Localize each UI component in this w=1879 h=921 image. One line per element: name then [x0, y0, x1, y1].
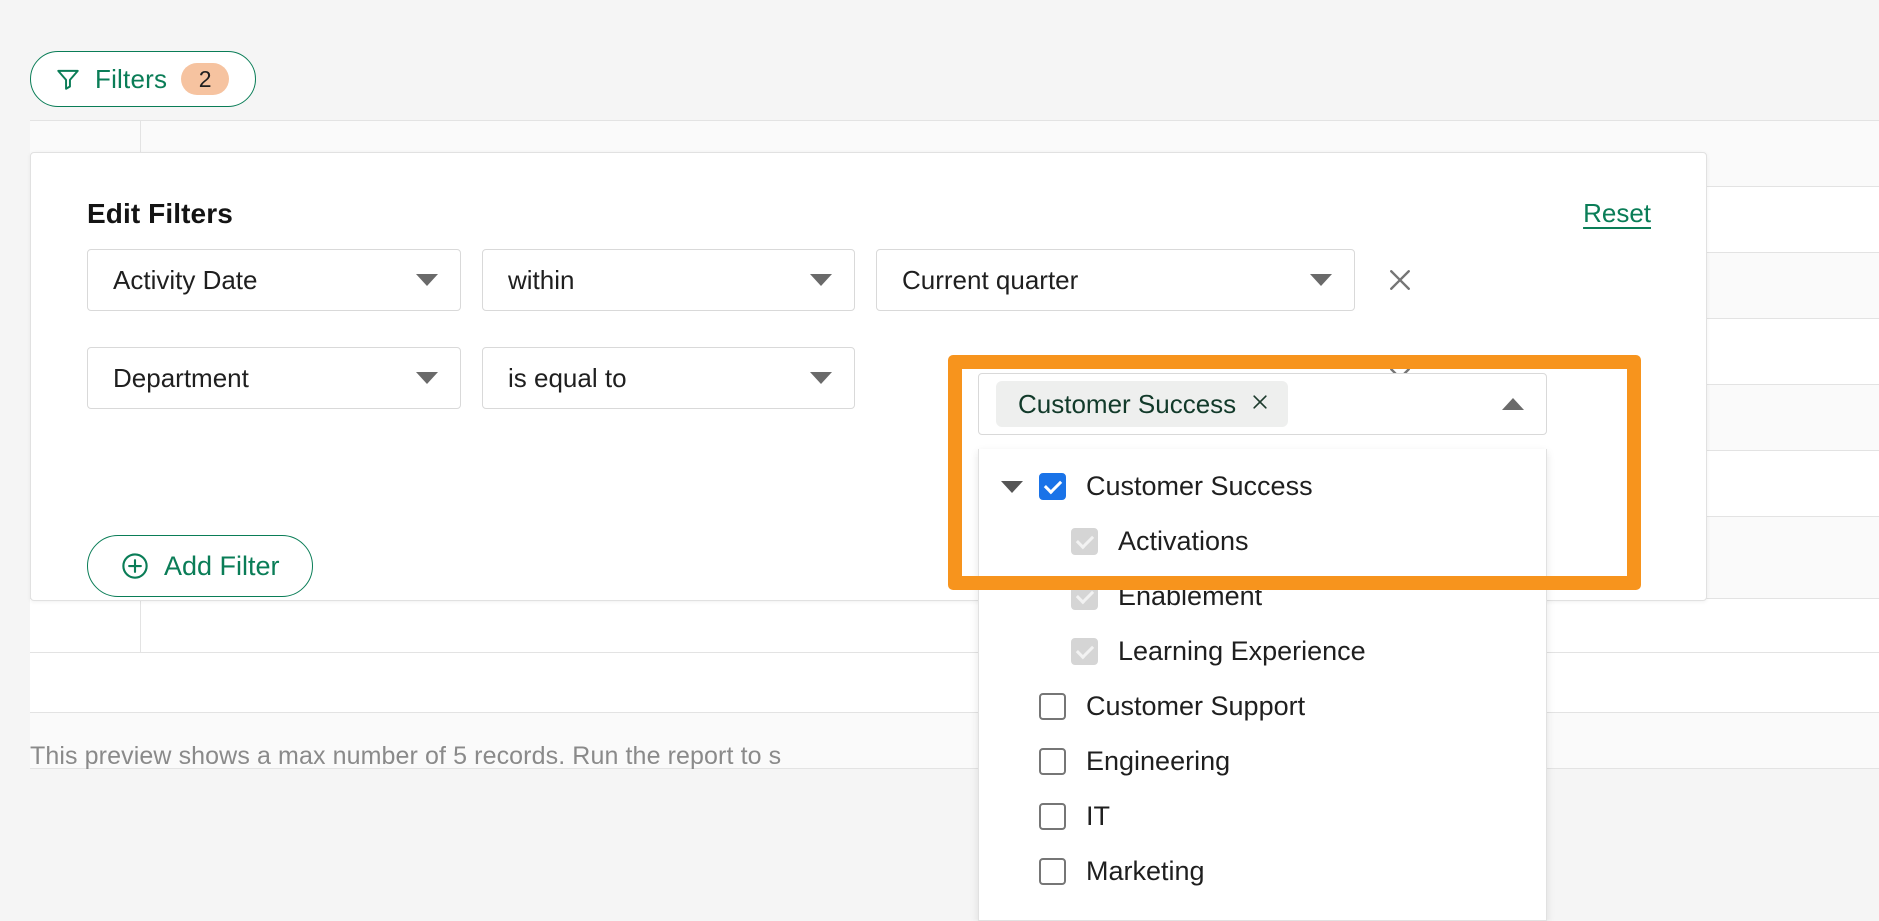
plus-circle-icon — [120, 551, 150, 581]
filters-count-badge: 2 — [181, 63, 230, 95]
checkbox-enablement — [1071, 583, 1098, 610]
filters-button-label: Filters — [95, 63, 168, 94]
filter-field-value-2: Department — [113, 362, 249, 393]
checkbox-customer-success[interactable] — [1039, 473, 1066, 500]
filter-operator-value-1: within — [508, 264, 575, 295]
chevron-down-icon — [1310, 274, 1332, 286]
remove-filter-button-1[interactable] — [1373, 253, 1427, 307]
option-engineering[interactable]: Engineering — [979, 734, 1546, 789]
filter-operator-select-1[interactable]: within — [482, 249, 855, 311]
close-icon — [1390, 270, 1410, 290]
checkbox-learning-experience — [1071, 638, 1098, 665]
chevron-up-icon — [1502, 398, 1524, 410]
filter-value-select-1[interactable]: Current quarter — [876, 249, 1355, 311]
department-options-dropdown[interactable]: Customer Success Activations Enablement … — [978, 449, 1547, 921]
option-customer-support[interactable]: Customer Support — [979, 679, 1546, 734]
checkbox-engineering[interactable] — [1039, 748, 1066, 775]
option-label: Activations — [1118, 526, 1249, 556]
option-label: Marketing — [1086, 856, 1205, 886]
funnel-icon — [55, 66, 81, 92]
chevron-down-icon — [416, 372, 438, 384]
add-filter-label: Add Filter — [164, 550, 280, 581]
option-customer-success[interactable]: Customer Success — [979, 459, 1546, 514]
panel-title: Edit Filters — [87, 198, 233, 229]
table-row — [30, 599, 1879, 653]
option-label: Learning Experience — [1118, 636, 1366, 666]
reset-link[interactable]: Reset — [1583, 198, 1651, 229]
filter-field-value-1: Activity Date — [113, 264, 258, 295]
filter-field-select-2[interactable]: Department — [87, 347, 461, 409]
triangle-down-icon[interactable] — [1001, 480, 1023, 493]
chevron-down-icon — [810, 274, 832, 286]
filters-button[interactable]: Filters 2 — [30, 51, 257, 107]
filter-row-1: Activity Date within Current quarter — [87, 249, 1427, 311]
option-label: Customer Success — [1086, 471, 1313, 501]
chip-label: Customer Success — [1018, 388, 1237, 419]
option-label: IT — [1086, 801, 1110, 831]
option-label: Enablement — [1118, 581, 1263, 611]
option-marketing[interactable]: Marketing — [979, 844, 1546, 899]
option-it[interactable]: IT — [979, 789, 1546, 844]
option-enablement[interactable]: Enablement — [979, 569, 1546, 624]
option-activations[interactable]: Activations — [979, 514, 1546, 569]
option-label: Customer Support — [1086, 691, 1306, 721]
option-label: Engineering — [1086, 746, 1231, 776]
chevron-down-icon — [416, 274, 438, 286]
checkbox-activations — [1071, 528, 1098, 555]
filter-value-text-1: Current quarter — [902, 264, 1079, 295]
checkbox-it[interactable] — [1039, 803, 1066, 830]
chip-remove-icon[interactable] — [1250, 392, 1270, 417]
department-value-multiselect[interactable]: Customer Success — [978, 373, 1547, 435]
filter-field-select-1[interactable]: Activity Date — [87, 249, 461, 311]
checkbox-marketing[interactable] — [1039, 858, 1066, 885]
chevron-down-icon — [810, 372, 832, 384]
option-learning-experience[interactable]: Learning Experience — [979, 624, 1546, 679]
checkbox-customer-support[interactable] — [1039, 693, 1066, 720]
add-filter-button[interactable]: Add Filter — [87, 535, 313, 597]
selected-chip-customer-success: Customer Success — [996, 381, 1289, 427]
filter-operator-select-2[interactable]: is equal to — [482, 347, 855, 409]
preview-note: This preview shows a max number of 5 rec… — [30, 742, 782, 770]
filter-operator-value-2: is equal to — [508, 362, 627, 393]
